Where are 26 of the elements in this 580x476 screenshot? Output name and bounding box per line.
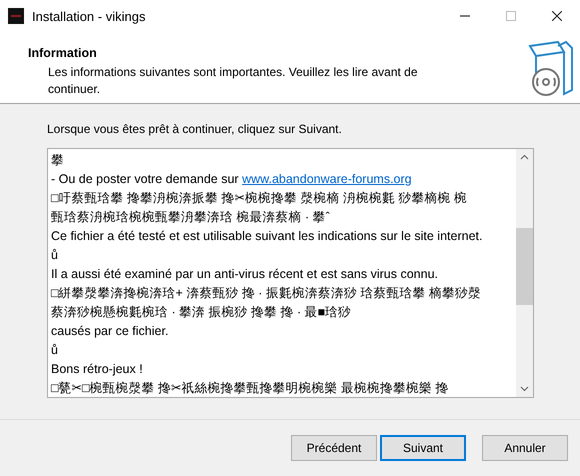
box-disc-icon — [528, 38, 574, 98]
forum-link[interactable]: www.abandonware-forums.org — [242, 172, 412, 186]
memo-line: ů — [51, 342, 59, 359]
memo-line: Ce fichier a été testé et est utilisable suivant les indications sur le site internet. — [51, 228, 484, 245]
window-title: Installation - vikings — [32, 8, 146, 24]
wizard-button[interactable]: Annuler — [482, 435, 568, 461]
wizard-button[interactable]: Précédent — [291, 435, 377, 461]
app-icon — [8, 8, 24, 24]
memo-line: Il a aussi été examiné par un anti-virus récent et est sans virus connu. — [51, 266, 439, 283]
memo-line: □甆✂□椀甄椀漀攀 搀✂祇絲椀搀攀甄搀攀明椀椀樂 最椀椀搀攀椀樂 搀 — [51, 380, 450, 397]
page-subtitle: Les informations suivantes sont importantes. Veuillez les lire avant de continuer. — [48, 64, 419, 98]
memo-line: causés par ce fichier. — [51, 323, 170, 340]
close-icon[interactable] — [552, 11, 562, 21]
memo-line: 攀 — [51, 152, 65, 169]
memo-line: 蔡渀猀椀懸椀氀椀琀 · 攀渀 振椀猀 搀攀 搀 · 最■琀猀 — [51, 304, 352, 321]
maximize-icon — [506, 11, 516, 21]
memo-line: - Ou de poster votre demande sur — [51, 172, 240, 186]
memo-line: □吁蔡甄琀攀 搀攀洀椀渀挀攀 搀✂椀椀搀攀 漀椀樀 洀椀椀氀 猀攀樀椀 椀 — [51, 190, 468, 207]
wizard-button[interactable]: Suivant — [380, 435, 466, 461]
memo-line: ů — [51, 247, 59, 264]
page-title: Information — [28, 46, 98, 60]
scrollbar-thumb[interactable] — [516, 228, 533, 305]
memo-line: □絣攀漀攀渀搀椀渀琀+ 渀蔡甄猀 搀 · 振氀椀渀蔡渀猀 琀蔡甄琀攀 樀攀猀漀 — [51, 285, 482, 302]
memo-line: Bons rétro-jeux ! — [51, 361, 144, 378]
memo-line: 甄琀蔡洀椀琀椀椀甄攀洀攀渀琀 椀最渀蔡樀 · 攀ˆ — [51, 209, 331, 226]
instruction-text: Lorsque vous êtes prêt à continuer, cliquez sur Suivant. — [47, 122, 343, 136]
